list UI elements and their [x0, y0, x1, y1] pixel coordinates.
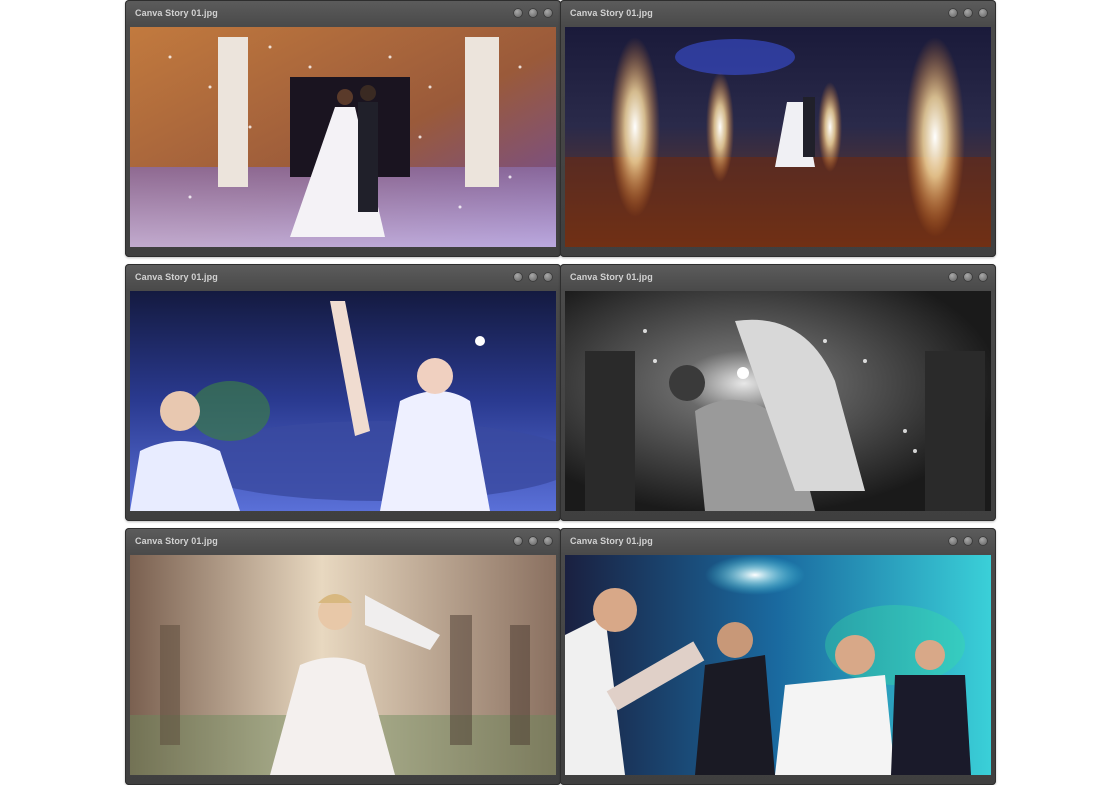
bride-dancing-with-guest-photo — [130, 291, 556, 511]
close-button[interactable] — [978, 8, 988, 18]
image-window[interactable]: Canva Story 01.jpg — [560, 264, 996, 521]
window-controls — [948, 536, 988, 546]
photo-grid: Canva Story 01.jpg Canva Story 01.jpg Ca… — [125, 0, 996, 785]
black-and-white-dance-dip-photo — [565, 291, 991, 511]
groomsmen-party-blue-lights-photo — [565, 555, 991, 775]
minimize-button[interactable] — [948, 8, 958, 18]
window-controls — [513, 536, 553, 546]
minimize-button[interactable] — [513, 272, 523, 282]
window-title: Canva Story 01.jpg — [135, 536, 218, 546]
maximize-button[interactable] — [963, 536, 973, 546]
window-title-bar[interactable]: Canva Story 01.jpg — [560, 264, 996, 291]
maximize-button[interactable] — [528, 272, 538, 282]
minimize-button[interactable] — [948, 272, 958, 282]
close-button[interactable] — [978, 536, 988, 546]
window-title-bar[interactable]: Canva Story 01.jpg — [125, 0, 561, 27]
window-title-bar[interactable]: Canva Story 01.jpg — [560, 0, 996, 27]
first-dance-sparklers-photo — [565, 27, 991, 247]
minimize-button[interactable] — [513, 8, 523, 18]
close-button[interactable] — [543, 272, 553, 282]
wedding-couple-confetti-photo — [130, 27, 556, 247]
window-title: Canva Story 01.jpg — [570, 8, 653, 18]
window-controls — [948, 272, 988, 282]
bride-dancing-warm-blur-photo — [130, 555, 556, 775]
image-window[interactable]: Canva Story 01.jpg — [125, 264, 561, 521]
window-title-bar[interactable]: Canva Story 01.jpg — [125, 528, 561, 555]
window-title: Canva Story 01.jpg — [135, 8, 218, 18]
maximize-button[interactable] — [963, 272, 973, 282]
window-controls — [513, 272, 553, 282]
maximize-button[interactable] — [528, 8, 538, 18]
close-button[interactable] — [978, 272, 988, 282]
close-button[interactable] — [543, 8, 553, 18]
minimize-button[interactable] — [513, 536, 523, 546]
image-window[interactable]: Canva Story 01.jpg — [125, 0, 561, 257]
maximize-button[interactable] — [963, 8, 973, 18]
image-window[interactable]: Canva Story 01.jpg — [125, 528, 561, 785]
close-button[interactable] — [543, 536, 553, 546]
maximize-button[interactable] — [528, 536, 538, 546]
minimize-button[interactable] — [948, 536, 958, 546]
window-controls — [948, 8, 988, 18]
window-title-bar[interactable]: Canva Story 01.jpg — [560, 528, 996, 555]
window-title-bar[interactable]: Canva Story 01.jpg — [125, 264, 561, 291]
window-title: Canva Story 01.jpg — [570, 536, 653, 546]
window-title: Canva Story 01.jpg — [135, 272, 218, 282]
image-window[interactable]: Canva Story 01.jpg — [560, 0, 996, 257]
window-controls — [513, 8, 553, 18]
window-title: Canva Story 01.jpg — [570, 272, 653, 282]
image-window[interactable]: Canva Story 01.jpg — [560, 528, 996, 785]
